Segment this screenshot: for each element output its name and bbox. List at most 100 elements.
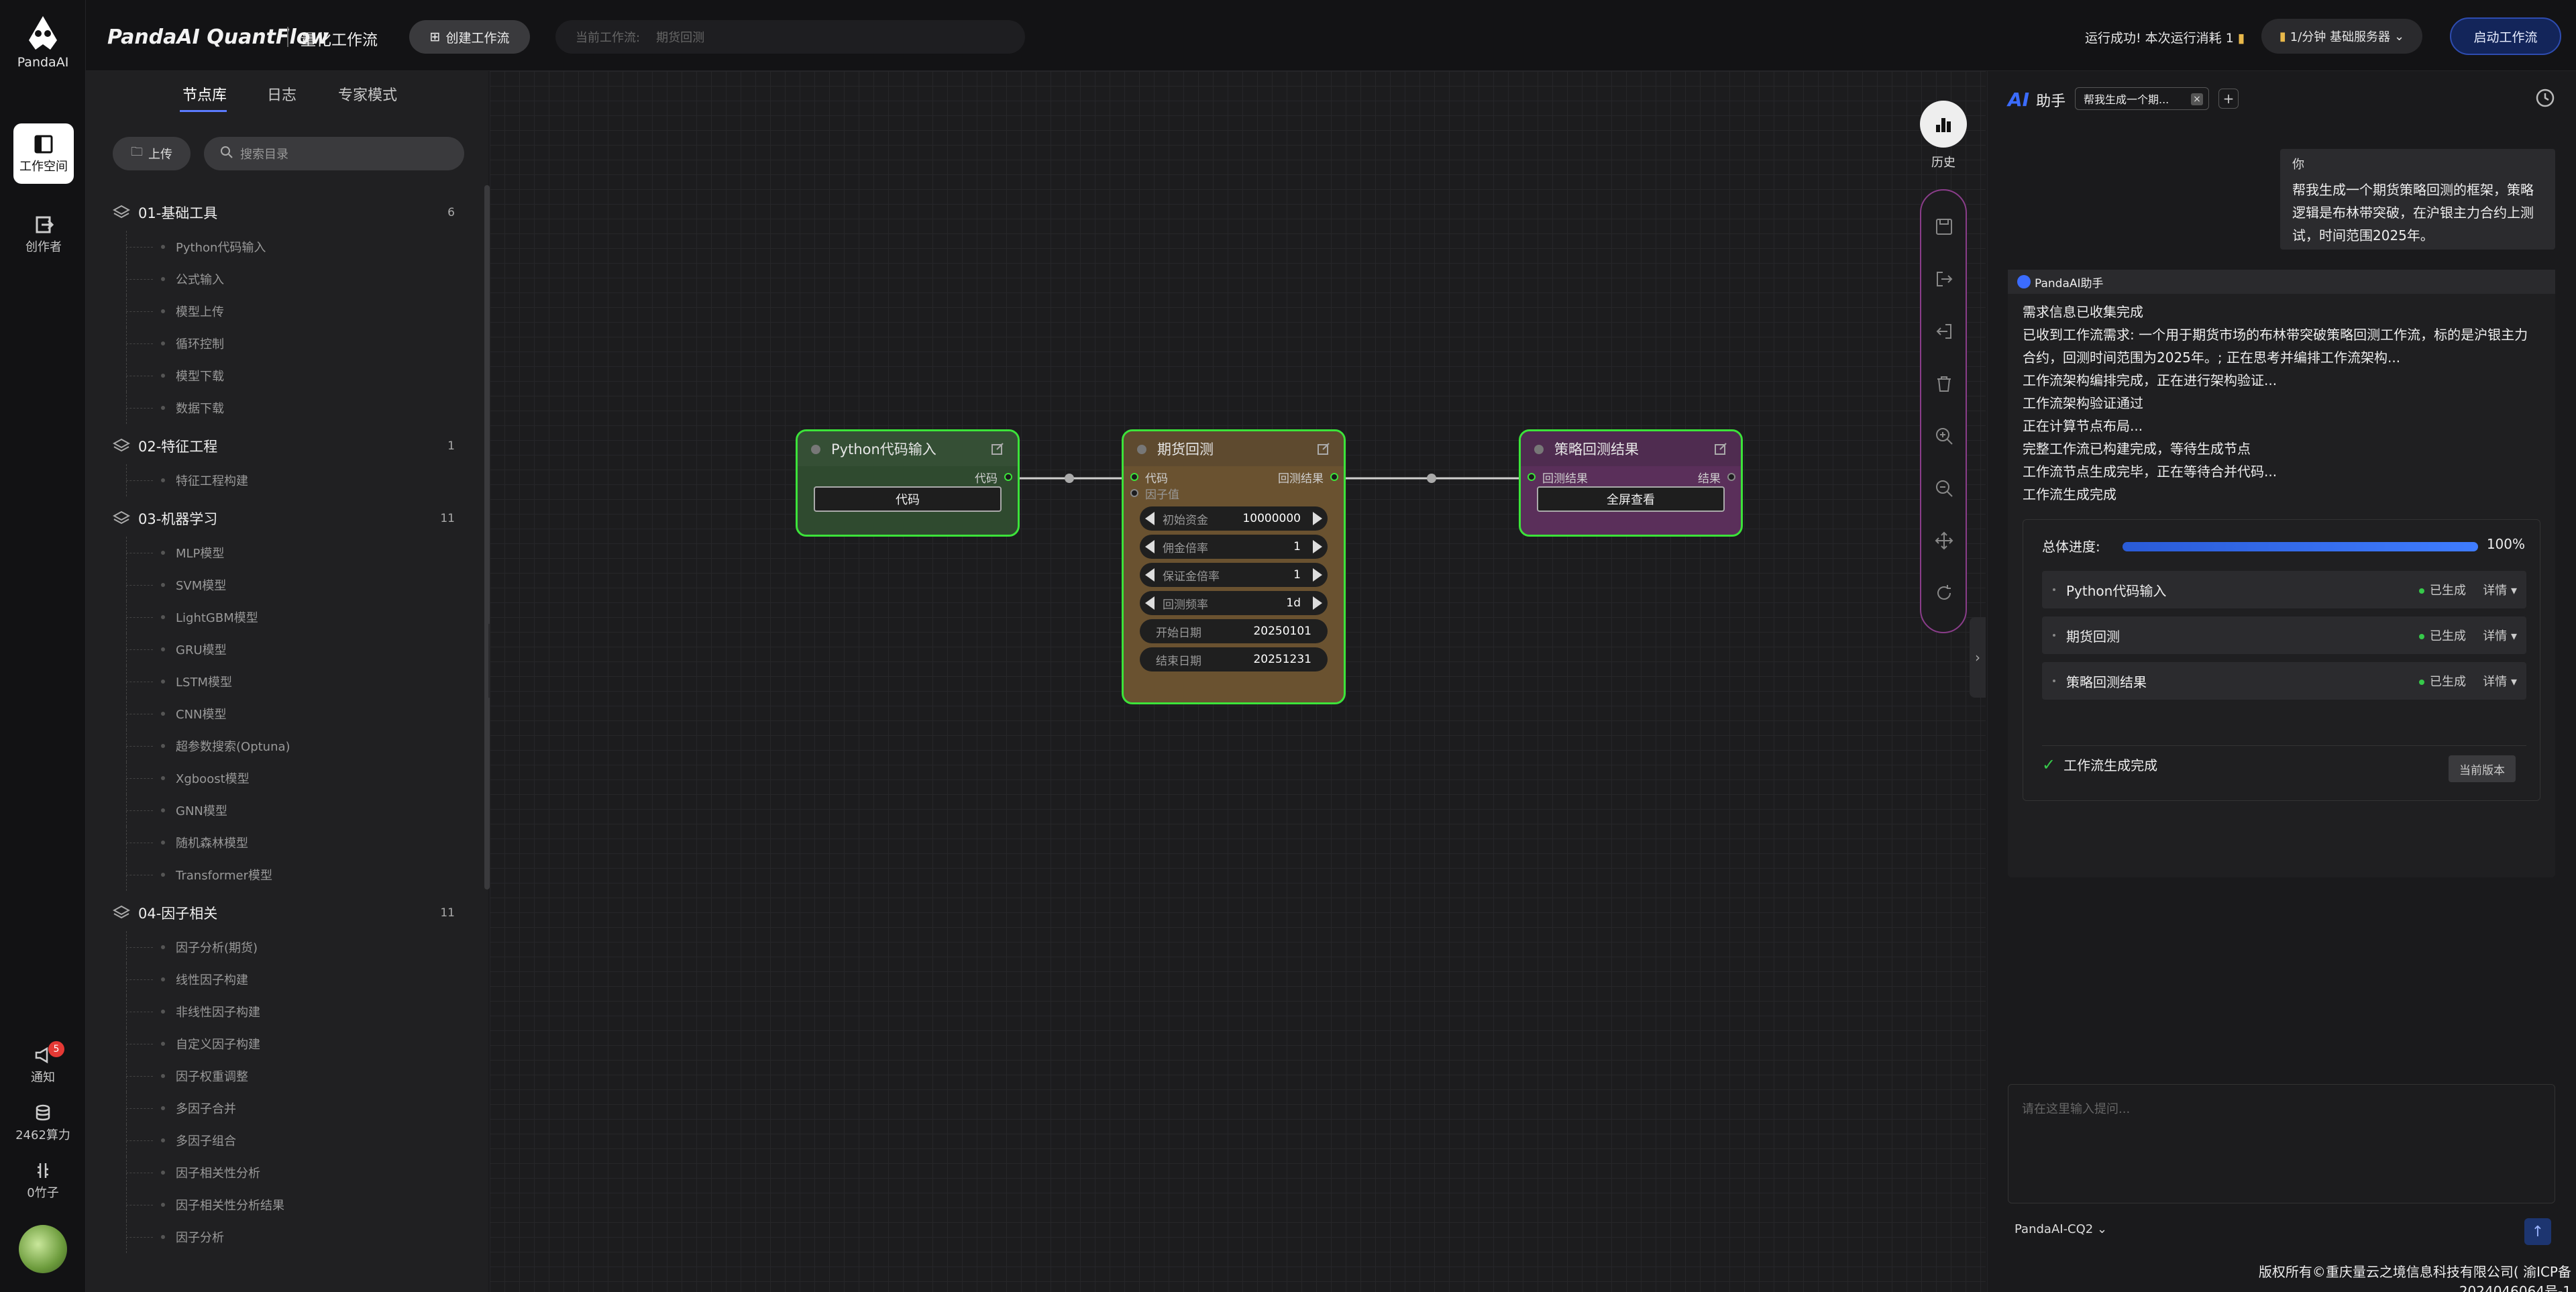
param-commission[interactable]: 佣金倍率 1: [1140, 535, 1328, 559]
workflow-canvas[interactable]: Python代码输入 代码 代码 期货回测 代码 回测结果 因子值 初始资金 1…: [490, 71, 1986, 1292]
edge-midpoint[interactable]: [1065, 474, 1074, 483]
input-port[interactable]: [1130, 489, 1138, 497]
library-node-item[interactable]: LightGBM模型: [113, 601, 462, 633]
library-node-item[interactable]: 模型下载: [113, 360, 462, 392]
fit-view-icon[interactable]: [1935, 531, 1953, 550]
send-button[interactable]: ↑: [2524, 1218, 2551, 1245]
param-value[interactable]: 1: [1293, 568, 1301, 582]
param-value[interactable]: 10000000: [1242, 512, 1301, 525]
library-node-item[interactable]: GNN模型: [113, 794, 462, 826]
node-header[interactable]: 策略回测结果: [1521, 431, 1741, 466]
clock-icon[interactable]: [2534, 87, 2556, 109]
step-item[interactable]: 策略回测结果 已生成 详情 ▾: [2042, 662, 2526, 700]
library-node-item[interactable]: 多因子合并: [113, 1092, 462, 1124]
node-python-input[interactable]: Python代码输入 代码 代码: [796, 429, 1020, 537]
library-node-item[interactable]: LSTM模型: [113, 665, 462, 698]
rail-notify[interactable]: 5 通知: [0, 1041, 86, 1085]
library-node-item[interactable]: 循环控制: [113, 327, 462, 360]
library-node-item[interactable]: 数据下载: [113, 392, 462, 424]
decrement-icon[interactable]: [1145, 512, 1155, 525]
edit-icon[interactable]: [991, 442, 1004, 455]
library-group[interactable]: 01-基础工具 6: [112, 195, 462, 231]
chat-input[interactable]: 请在这里输入提问...: [2008, 1084, 2555, 1203]
node-header[interactable]: 期货回测: [1124, 431, 1344, 466]
rail-bamboo[interactable]: 0竹子: [0, 1162, 86, 1201]
library-node-item[interactable]: Xgboost模型: [113, 762, 462, 794]
input-port[interactable]: [1130, 473, 1138, 481]
start-workflow-button[interactable]: 启动工作流: [2450, 17, 2561, 55]
node-backtest-result[interactable]: 策略回测结果 回测结果 结果 全屏查看: [1519, 429, 1743, 537]
library-node-item[interactable]: Python代码输入: [113, 231, 462, 263]
param-frequency[interactable]: 回测频率 1d: [1140, 591, 1328, 615]
export-icon[interactable]: [1935, 270, 1953, 288]
edge-midpoint[interactable]: [1427, 474, 1436, 483]
library-node-item[interactable]: 因子分析: [113, 1221, 462, 1253]
code-button[interactable]: 代码: [814, 486, 1002, 512]
decrement-icon[interactable]: [1145, 568, 1155, 582]
current-version-button[interactable]: 当前版本: [2449, 755, 2516, 782]
library-node-item[interactable]: 因子权重调整: [113, 1060, 462, 1092]
library-node-item[interactable]: 公式输入: [113, 263, 462, 295]
rail-compute[interactable]: 2462算力: [0, 1104, 86, 1143]
library-node-item[interactable]: 非线性因子构建: [113, 995, 462, 1028]
search-input[interactable]: 搜索目录: [204, 137, 464, 170]
param-start-date[interactable]: 开始日期 20250101: [1140, 619, 1328, 643]
collapse-ai-button[interactable]: ›: [1970, 617, 1986, 698]
zoom-in-icon[interactable]: [1935, 427, 1953, 445]
library-group[interactable]: 04-因子相关 11: [112, 895, 462, 931]
upload-button[interactable]: 🗀 上传: [113, 137, 191, 170]
zoom-out-icon[interactable]: [1935, 479, 1953, 498]
decrement-icon[interactable]: [1145, 596, 1155, 610]
library-node-item[interactable]: 超参数搜索(Optuna): [113, 730, 462, 762]
trash-icon[interactable]: [1935, 374, 1953, 393]
library-node-item[interactable]: 自定义因子构建: [113, 1028, 462, 1060]
library-node-item[interactable]: 模型上传: [113, 295, 462, 327]
brand-logo[interactable]: PandaAI: [0, 13, 86, 70]
step-item[interactable]: Python代码输入 已生成 详情 ▾: [2042, 571, 2526, 608]
current-workflow-field[interactable]: 当前工作流: 期货回测: [555, 20, 1025, 54]
close-icon[interactable]: ×: [2191, 93, 2203, 105]
library-node-item[interactable]: 多因子组合: [113, 1124, 462, 1156]
tab-expert-mode[interactable]: 专家模式: [338, 83, 397, 105]
increment-icon[interactable]: [1313, 540, 1322, 553]
increment-icon[interactable]: [1313, 512, 1322, 525]
fullscreen-view-button[interactable]: 全屏查看: [1537, 486, 1725, 512]
library-node-item[interactable]: 因子分析(期货): [113, 931, 462, 963]
library-group[interactable]: 02-特征工程 1: [112, 428, 462, 464]
increment-icon[interactable]: [1313, 596, 1322, 610]
history-button[interactable]: [1920, 101, 1967, 148]
edit-icon[interactable]: [1317, 442, 1330, 455]
library-node-item[interactable]: MLP模型: [113, 537, 462, 569]
param-value[interactable]: 1: [1293, 540, 1301, 553]
library-node-item[interactable]: 特征工程构建: [113, 464, 462, 496]
output-port[interactable]: [1004, 473, 1012, 481]
rail-creator[interactable]: 创作者: [13, 204, 74, 264]
server-select[interactable]: ▮ 1/分钟 基础服务器 ⌄: [2261, 19, 2422, 54]
save-icon[interactable]: [1935, 217, 1953, 236]
library-node-item[interactable]: Transformer模型: [113, 859, 462, 891]
param-value[interactable]: 1d: [1286, 596, 1301, 610]
output-port[interactable]: [1727, 473, 1735, 481]
node-futures-backtest[interactable]: 期货回测 代码 回测结果 因子值 初始资金 10000000 佣金倍率 1 保证金倍…: [1122, 429, 1346, 704]
tab-log[interactable]: 日志: [267, 83, 297, 105]
library-group[interactable]: 03-机器学习 11: [112, 500, 462, 537]
step-detail-toggle[interactable]: 详情 ▾: [2483, 672, 2517, 690]
param-value[interactable]: 20251231: [1253, 653, 1311, 666]
input-port[interactable]: [1527, 473, 1536, 481]
create-workflow-button[interactable]: ⊞ 创建工作流: [409, 20, 530, 54]
library-node-item[interactable]: SVM模型: [113, 569, 462, 601]
library-node-item[interactable]: 线性因子构建: [113, 963, 462, 995]
tab-node-library[interactable]: 节点库: [182, 83, 227, 105]
user-avatar[interactable]: [19, 1225, 67, 1273]
step-detail-toggle[interactable]: 详情 ▾: [2483, 627, 2517, 644]
param-value[interactable]: 20250101: [1253, 625, 1311, 638]
new-chat-button[interactable]: +: [2218, 89, 2239, 109]
param-margin[interactable]: 保证金倍率 1: [1140, 563, 1328, 587]
chat-tab[interactable]: 帮我生成一个期... ×: [2075, 87, 2209, 110]
library-node-item[interactable]: 因子相关性分析: [113, 1156, 462, 1189]
library-scrollbar[interactable]: [484, 185, 490, 890]
output-port[interactable]: [1330, 473, 1338, 481]
model-select[interactable]: PandaAI-CQ2 ⌄: [2015, 1222, 2107, 1236]
decrement-icon[interactable]: [1145, 540, 1155, 553]
increment-icon[interactable]: [1313, 568, 1322, 582]
